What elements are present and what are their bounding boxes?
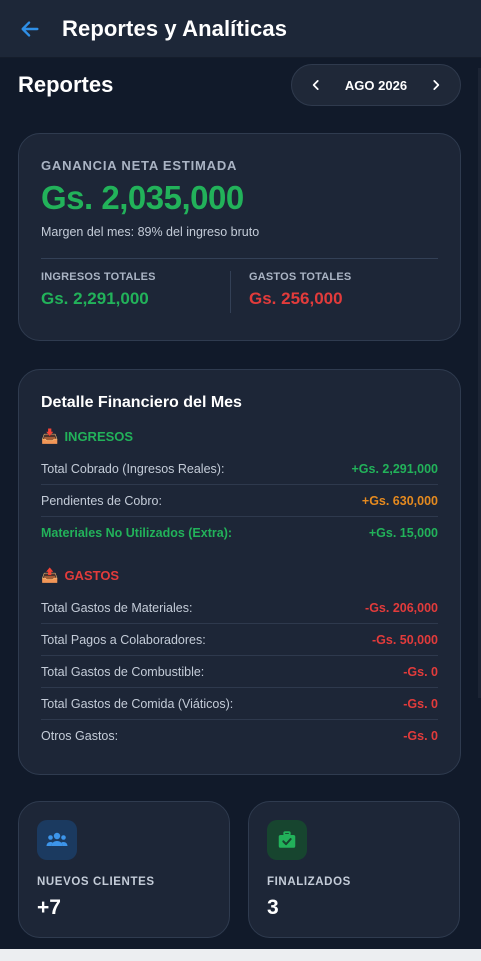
next-month-button[interactable] [426, 75, 446, 95]
net-profit-card: GANANCIA NETA ESTIMADA Gs. 2,035,000 Mar… [18, 133, 461, 341]
list-item: Total Gastos de Materiales: -Gs. 206,000 [41, 592, 438, 624]
expense-section-header: 📤 GASTOS [41, 567, 438, 584]
list-item: Otros Gastos: -Gs. 0 [41, 720, 438, 752]
row-label: Materiales No Utilizados (Extra): [41, 526, 233, 540]
row-label: Total Gastos de Combustible: [41, 664, 205, 679]
totals-row: INGRESOS TOTALES Gs. 2,291,000 GASTOS TO… [41, 259, 438, 325]
row-value: -Gs. 0 [403, 664, 438, 679]
section-title: Reportes [18, 72, 114, 97]
previous-month-button[interactable] [306, 75, 326, 95]
row-label: Total Gastos de Materiales: [41, 600, 193, 615]
expense-section-title: GASTOS [64, 568, 120, 583]
expense-rows: Total Gastos de Materiales: -Gs. 206,000… [41, 592, 438, 752]
bottom-edge [0, 949, 481, 961]
row-label: Otros Gastos: [41, 729, 119, 743]
row-value: -Gs. 0 [403, 729, 438, 743]
list-item: Materiales No Utilizados (Extra): +Gs. 1… [41, 517, 438, 549]
arrow-left-icon [21, 20, 39, 37]
row-value: -Gs. 206,000 [365, 600, 438, 615]
expense-total-label: GASTOS TOTALES [249, 271, 352, 283]
income-rows: Total Cobrado (Ingresos Reales): +Gs. 2,… [41, 453, 438, 549]
month-picker: AGO 2026 [291, 64, 461, 106]
expense-total: GASTOS TOTALES Gs. 256,000 [231, 271, 438, 313]
financial-detail-card: Detalle Financiero del Mes 📥 INGRESOS To… [18, 369, 461, 775]
chevron-right-icon [433, 80, 440, 90]
users-icon [37, 820, 77, 860]
stat-label: FINALIZADOS [267, 876, 351, 888]
completed-jobs-card[interactable]: FINALIZADOS 3 [248, 801, 460, 938]
row-value: +Gs. 630,000 [361, 493, 438, 508]
income-total-label: INGRESOS TOTALES [41, 271, 156, 283]
outbox-tray-icon: 📤 [41, 567, 59, 583]
new-clients-card[interactable]: NUEVOS CLIENTES +7 [18, 801, 230, 938]
reports-header: Reportes AGO 2026 [18, 64, 461, 106]
list-item: Total Gastos de Combustible: -Gs. 0 [41, 656, 438, 688]
stat-value: +7 [37, 896, 61, 919]
stat-value: 3 [267, 896, 279, 919]
row-label: Total Pagos a Colaboradores: [41, 632, 206, 647]
stat-label: NUEVOS CLIENTES [37, 876, 155, 888]
net-profit-label: GANANCIA NETA ESTIMADA [41, 158, 238, 173]
month-label: AGO 2026 [344, 77, 408, 93]
expense-total-value: Gs. 256,000 [249, 289, 343, 308]
detail-title: Detalle Financiero del Mes [41, 394, 242, 411]
row-label: Pendientes de Cobro: [41, 493, 162, 508]
briefcase-check-icon [267, 820, 307, 860]
row-value: +Gs. 2,291,000 [351, 461, 438, 476]
list-item: Total Cobrado (Ingresos Reales): +Gs. 2,… [41, 453, 438, 485]
chevron-left-icon [312, 80, 319, 90]
income-section-header: 📥 INGRESOS [41, 428, 438, 445]
margin-text: Margen del mes: 89% del ingreso bruto [41, 225, 260, 239]
back-button[interactable] [18, 17, 42, 41]
row-value: +Gs. 15,000 [368, 526, 438, 540]
income-section-title: INGRESOS [64, 429, 134, 444]
list-item: Total Gastos de Comida (Viáticos): -Gs. … [41, 688, 438, 720]
income-total-value: Gs. 2,291,000 [41, 289, 149, 308]
inbox-tray-icon: 📥 [41, 428, 59, 444]
row-value: -Gs. 0 [403, 696, 438, 711]
row-label: Total Cobrado (Ingresos Reales): [41, 461, 225, 476]
row-value: -Gs. 50,000 [371, 632, 438, 647]
list-item: Pendientes de Cobro: +Gs. 630,000 [41, 485, 438, 517]
net-profit-amount: Gs. 2,035,000 [41, 179, 244, 216]
list-item: Total Pagos a Colaboradores: -Gs. 50,000 [41, 624, 438, 656]
app-bar: Reportes y Analíticas [0, 0, 481, 58]
row-label: Total Gastos de Comida (Viáticos): [41, 696, 234, 711]
page-title: Reportes y Analíticas [62, 15, 288, 41]
income-total: INGRESOS TOTALES Gs. 2,291,000 [41, 271, 231, 313]
